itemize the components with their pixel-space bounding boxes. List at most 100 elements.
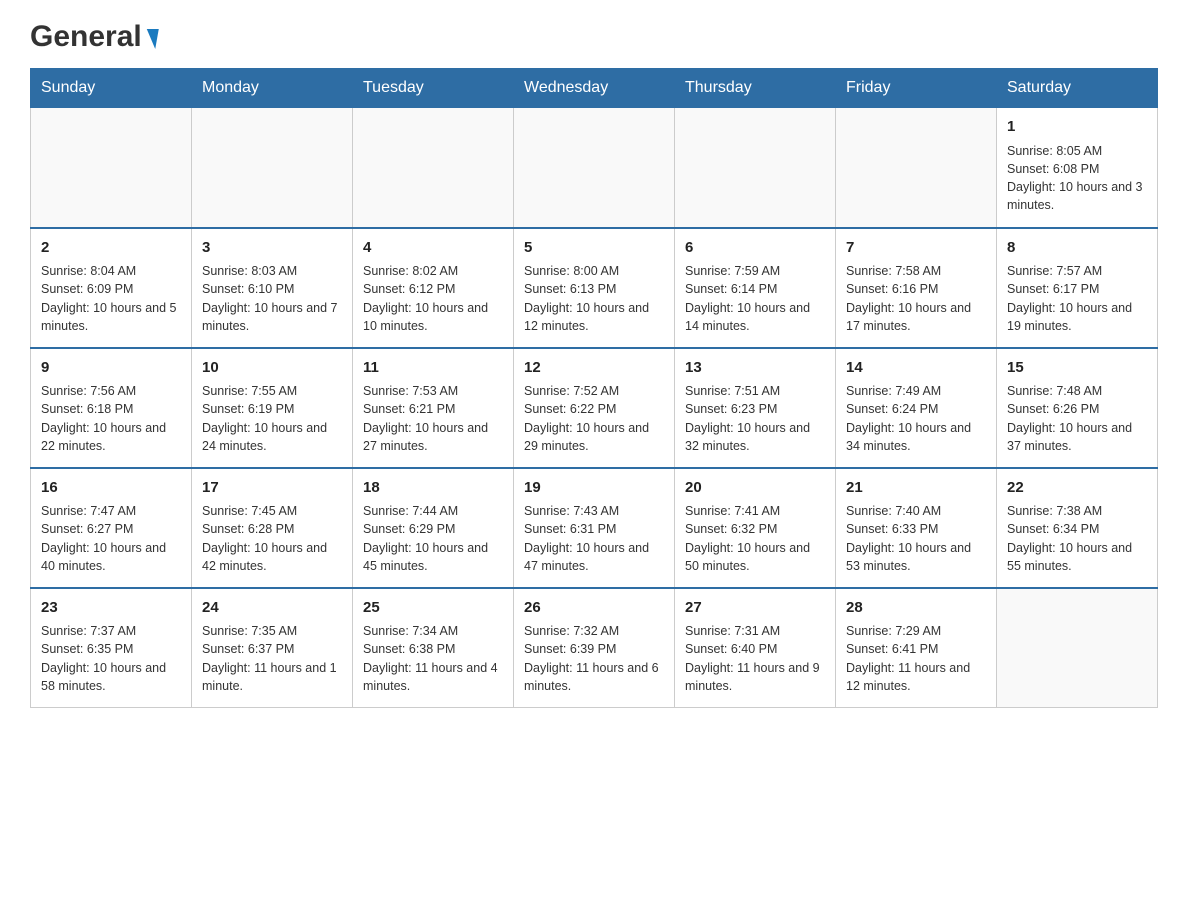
calendar-cell: 3 Sunrise: 8:03 AM Sunset: 6:10 PM Daylig…	[192, 228, 353, 348]
calendar-cell: 8 Sunrise: 7:57 AM Sunset: 6:17 PM Daylig…	[997, 228, 1158, 348]
day-info: Sunrise: 7:29 AM Sunset: 6:41 PM Dayligh…	[846, 622, 986, 695]
day-number: 12	[524, 357, 664, 379]
calendar-cell: 16 Sunrise: 7:47 AM Sunset: 6:27 PM Dayli…	[31, 468, 192, 588]
logo-general-text: General	[30, 20, 142, 54]
day-number: 5	[524, 237, 664, 259]
calendar-cell: 20 Sunrise: 7:41 AM Sunset: 6:32 PM Dayli…	[675, 468, 836, 588]
calendar-cell: 11 Sunrise: 7:53 AM Sunset: 6:21 PM Dayli…	[353, 348, 514, 468]
day-info: Sunrise: 7:52 AM Sunset: 6:22 PM Dayligh…	[524, 382, 664, 455]
day-number: 14	[846, 357, 986, 379]
col-thursday: Thursday	[675, 69, 836, 108]
calendar-cell: 13 Sunrise: 7:51 AM Sunset: 6:23 PM Dayli…	[675, 348, 836, 468]
day-info: Sunrise: 7:57 AM Sunset: 6:17 PM Dayligh…	[1007, 262, 1147, 335]
day-info: Sunrise: 7:37 AM Sunset: 6:35 PM Dayligh…	[41, 622, 181, 695]
col-wednesday: Wednesday	[514, 69, 675, 108]
day-info: Sunrise: 8:00 AM Sunset: 6:13 PM Dayligh…	[524, 262, 664, 335]
day-info: Sunrise: 8:04 AM Sunset: 6:09 PM Dayligh…	[41, 262, 181, 335]
day-number: 21	[846, 477, 986, 499]
calendar-cell: 25 Sunrise: 7:34 AM Sunset: 6:38 PM Dayli…	[353, 588, 514, 708]
day-info: Sunrise: 8:02 AM Sunset: 6:12 PM Dayligh…	[363, 262, 503, 335]
day-info: Sunrise: 7:51 AM Sunset: 6:23 PM Dayligh…	[685, 382, 825, 455]
calendar-cell	[997, 588, 1158, 708]
day-number: 22	[1007, 477, 1147, 499]
day-number: 16	[41, 477, 181, 499]
calendar-cell: 18Sunrise: 7:44 AM Sunset: 6:29 PM Dayli…	[353, 468, 514, 588]
calendar-cell: 21 Sunrise: 7:40 AM Sunset: 6:33 PM Dayli…	[836, 468, 997, 588]
logo-triangle-icon	[143, 29, 159, 49]
calendar-cell: 6Sunrise: 7:59 AM Sunset: 6:14 PM Daylig…	[675, 228, 836, 348]
day-info: Sunrise: 7:45 AM Sunset: 6:28 PM Dayligh…	[202, 502, 342, 575]
calendar-cell: 10 Sunrise: 7:55 AM Sunset: 6:19 PM Dayli…	[192, 348, 353, 468]
week-row-2: 2 Sunrise: 8:04 AM Sunset: 6:09 PM Daylig…	[31, 228, 1158, 348]
day-info: Sunrise: 7:43 AM Sunset: 6:31 PM Dayligh…	[524, 502, 664, 575]
day-number: 8	[1007, 237, 1147, 259]
calendar-cell: 7 Sunrise: 7:58 AM Sunset: 6:16 PM Daylig…	[836, 228, 997, 348]
day-info: Sunrise: 7:49 AM Sunset: 6:24 PM Dayligh…	[846, 382, 986, 455]
week-row-1: 1 Sunrise: 8:05 AM Sunset: 6:08 PM Daylig…	[31, 108, 1158, 228]
calendar-table: Sunday Monday Tuesday Wednesday Thursday…	[30, 68, 1158, 708]
calendar-cell	[514, 108, 675, 228]
day-number: 1	[1007, 116, 1147, 138]
day-number: 3	[202, 237, 342, 259]
calendar-cell	[192, 108, 353, 228]
day-number: 23	[41, 597, 181, 619]
calendar-cell: 15 Sunrise: 7:48 AM Sunset: 6:26 PM Dayli…	[997, 348, 1158, 468]
day-number: 4	[363, 237, 503, 259]
day-info: Sunrise: 7:32 AM Sunset: 6:39 PM Dayligh…	[524, 622, 664, 695]
day-number: 10	[202, 357, 342, 379]
day-number: 15	[1007, 357, 1147, 379]
day-number: 26	[524, 597, 664, 619]
calendar-cell: 24 Sunrise: 7:35 AM Sunset: 6:37 PM Dayli…	[192, 588, 353, 708]
calendar-cell: 1 Sunrise: 8:05 AM Sunset: 6:08 PM Daylig…	[997, 108, 1158, 228]
day-info: Sunrise: 8:03 AM Sunset: 6:10 PM Dayligh…	[202, 262, 342, 335]
calendar-cell: 17 Sunrise: 7:45 AM Sunset: 6:28 PM Dayli…	[192, 468, 353, 588]
calendar-cell: 5 Sunrise: 8:00 AM Sunset: 6:13 PM Daylig…	[514, 228, 675, 348]
day-info: Sunrise: 7:44 AM Sunset: 6:29 PM Dayligh…	[363, 502, 503, 575]
calendar-cell: 26 Sunrise: 7:32 AM Sunset: 6:39 PM Dayli…	[514, 588, 675, 708]
day-number: 11	[363, 357, 503, 379]
day-number: 24	[202, 597, 342, 619]
calendar-cell	[353, 108, 514, 228]
day-info: Sunrise: 7:53 AM Sunset: 6:21 PM Dayligh…	[363, 382, 503, 455]
day-info: Sunrise: 7:31 AM Sunset: 6:40 PM Dayligh…	[685, 622, 825, 695]
day-info: Sunrise: 7:55 AM Sunset: 6:19 PM Dayligh…	[202, 382, 342, 455]
calendar-cell: 4 Sunrise: 8:02 AM Sunset: 6:12 PM Daylig…	[353, 228, 514, 348]
col-saturday: Saturday	[997, 69, 1158, 108]
page-header: General	[30, 20, 1158, 48]
day-info: Sunrise: 7:35 AM Sunset: 6:37 PM Dayligh…	[202, 622, 342, 695]
calendar-cell: 2 Sunrise: 8:04 AM Sunset: 6:09 PM Daylig…	[31, 228, 192, 348]
calendar-cell	[31, 108, 192, 228]
day-number: 27	[685, 597, 825, 619]
calendar-cell: 23 Sunrise: 7:37 AM Sunset: 6:35 PM Dayli…	[31, 588, 192, 708]
col-tuesday: Tuesday	[353, 69, 514, 108]
calendar-cell: 14 Sunrise: 7:49 AM Sunset: 6:24 PM Dayli…	[836, 348, 997, 468]
calendar-cell	[675, 108, 836, 228]
week-row-5: 23 Sunrise: 7:37 AM Sunset: 6:35 PM Dayli…	[31, 588, 1158, 708]
day-info: Sunrise: 7:41 AM Sunset: 6:32 PM Dayligh…	[685, 502, 825, 575]
day-number: 13	[685, 357, 825, 379]
day-info: Sunrise: 7:48 AM Sunset: 6:26 PM Dayligh…	[1007, 382, 1147, 455]
day-info: Sunrise: 7:34 AM Sunset: 6:38 PM Dayligh…	[363, 622, 503, 695]
day-number: 20	[685, 477, 825, 499]
day-number: 19	[524, 477, 664, 499]
col-friday: Friday	[836, 69, 997, 108]
col-monday: Monday	[192, 69, 353, 108]
day-number: 2	[41, 237, 181, 259]
day-info: Sunrise: 7:40 AM Sunset: 6:33 PM Dayligh…	[846, 502, 986, 575]
logo: General	[30, 20, 157, 48]
calendar-cell	[836, 108, 997, 228]
day-info: Sunrise: 7:38 AM Sunset: 6:34 PM Dayligh…	[1007, 502, 1147, 575]
calendar-cell: 19 Sunrise: 7:43 AM Sunset: 6:31 PM Dayli…	[514, 468, 675, 588]
day-info: Sunrise: 7:47 AM Sunset: 6:27 PM Dayligh…	[41, 502, 181, 575]
day-info: Sunrise: 8:05 AM Sunset: 6:08 PM Dayligh…	[1007, 142, 1147, 215]
week-row-4: 16 Sunrise: 7:47 AM Sunset: 6:27 PM Dayli…	[31, 468, 1158, 588]
day-info: Sunrise: 7:56 AM Sunset: 6:18 PM Dayligh…	[41, 382, 181, 455]
day-info: Sunrise: 7:58 AM Sunset: 6:16 PM Dayligh…	[846, 262, 986, 335]
day-number: 7	[846, 237, 986, 259]
calendar-cell: 28Sunrise: 7:29 AM Sunset: 6:41 PM Dayli…	[836, 588, 997, 708]
day-number: 9	[41, 357, 181, 379]
day-number: 6	[685, 237, 825, 259]
calendar-cell: 22 Sunrise: 7:38 AM Sunset: 6:34 PM Dayli…	[997, 468, 1158, 588]
day-number: 17	[202, 477, 342, 499]
day-number: 25	[363, 597, 503, 619]
